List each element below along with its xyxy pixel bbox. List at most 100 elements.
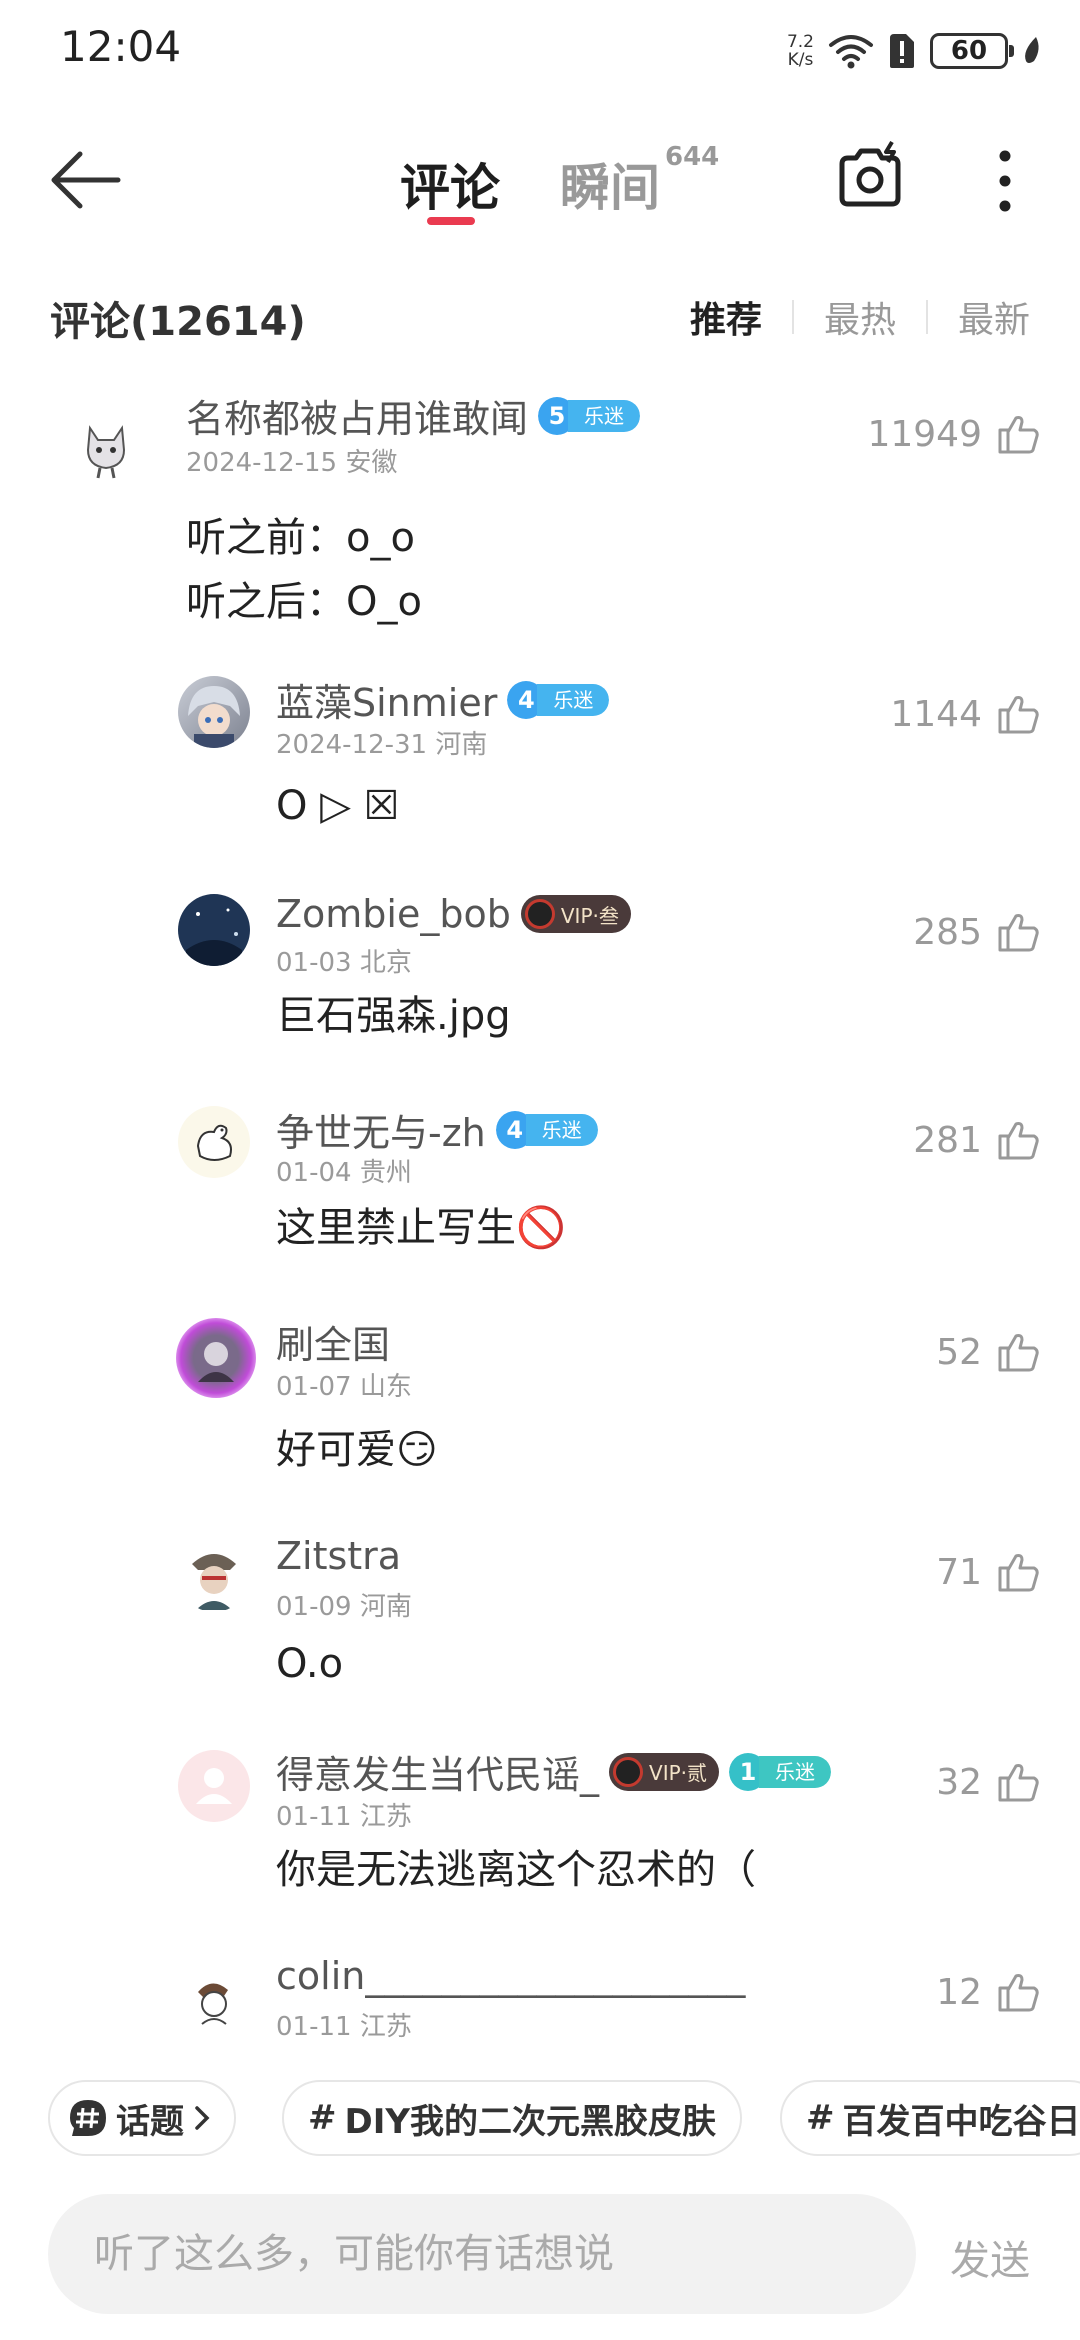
status-bar: 12:04 7.2 K/s 60: [0, 0, 1080, 100]
comment-sort-bar: 评论(12614) 推荐 最热 最新: [0, 275, 1080, 355]
tab-comments[interactable]: 评论: [400, 148, 500, 220]
default-user-avatar-icon: [196, 1768, 232, 1804]
camera-icon[interactable]: [834, 140, 906, 212]
fan-level-label: 乐迷: [568, 399, 641, 432]
comment-username[interactable]: 名称都被占用谁敢闻 5 乐迷: [186, 388, 641, 443]
fan-level-badge: 4 乐迷: [507, 680, 610, 720]
hashtag-icon: #: [806, 2098, 835, 2138]
comment-date-location: 01-09 河南: [276, 1592, 412, 1622]
sort-hottest[interactable]: 最热: [794, 291, 926, 343]
comment-text: 巨石强森.jpg: [276, 993, 511, 1039]
comment-input[interactable]: [48, 2194, 916, 2314]
battery-level: 60: [950, 36, 988, 66]
avatar[interactable]: [178, 1750, 250, 1822]
comment-date-location: 01-07 山东: [276, 1372, 412, 1402]
comment-username[interactable]: 刷全国: [276, 1314, 390, 1369]
avatar[interactable]: [176, 1318, 256, 1398]
like-button[interactable]: 285: [913, 908, 1042, 956]
anime-avatar-icon: [188, 686, 240, 748]
avatar[interactable]: [178, 1540, 250, 1612]
username-text[interactable]: 蓝藻Sinmier: [276, 672, 497, 727]
avatar[interactable]: [178, 676, 250, 748]
like-button[interactable]: 11949: [867, 410, 1042, 458]
topic-chip[interactable]: # DIY我的二次元黑胶皮肤: [282, 2080, 742, 2156]
network-speed: 7.2 K/s: [787, 33, 814, 69]
duck-avatar-icon: [196, 1124, 232, 1161]
like-button[interactable]: 52: [936, 1328, 1042, 1376]
like-button[interactable]: 281: [913, 1116, 1042, 1164]
more-options-icon[interactable]: [990, 146, 1020, 216]
comment-date-location: 01-11 江苏: [276, 2012, 412, 2042]
topic-chip-label: DIY我的二次元黑胶皮肤: [344, 2101, 717, 2142]
sort-recommended[interactable]: 推荐: [660, 291, 792, 343]
like-count: 285: [913, 911, 982, 953]
username-text[interactable]: 刷全国: [276, 1314, 390, 1369]
chevron-right-icon: [195, 2106, 210, 2130]
comment-text: 你是无法逃离这个忍术的（: [276, 1847, 756, 1893]
cat-avatar-icon: [86, 425, 126, 479]
username-text[interactable]: Zombie_bob: [276, 892, 511, 936]
back-arrow-icon[interactable]: [46, 146, 126, 214]
battery-indicator: 60: [930, 33, 1014, 69]
reply-item: colin____________________ 01-11 江苏 12: [0, 1948, 1080, 2048]
comment-date-location: 2024-12-15 安徽: [186, 448, 398, 478]
username-text[interactable]: Zitstra: [276, 1534, 401, 1578]
topics-button[interactable]: 话题: [48, 2080, 236, 2156]
like-count: 12: [936, 1971, 982, 2013]
comment-username[interactable]: Zitstra: [276, 1534, 401, 1578]
status-time: 12:04: [60, 22, 182, 71]
like-count: 71: [936, 1551, 982, 1593]
active-tab-indicator: [427, 217, 475, 225]
comment-text: O.o: [276, 1641, 344, 1687]
thumbs-up-icon: [998, 416, 1039, 454]
top-nav: 评论 瞬间 644: [0, 120, 1080, 240]
fan-level-badge: 1 乐迷: [729, 1752, 832, 1792]
fan-level-label: 乐迷: [525, 1113, 598, 1146]
comment-date-location: 01-04 贵州: [276, 1158, 412, 1188]
vip-badge: VIP·贰: [609, 1752, 720, 1791]
username-text[interactable]: 名称都被占用谁敢闻: [186, 388, 528, 443]
comment-username[interactable]: Zombie_bob VIP·叁: [276, 892, 631, 936]
like-button[interactable]: 71: [936, 1548, 1042, 1596]
comment-date-location: 2024-12-31 河南: [276, 730, 488, 760]
thumbs-up-icon: [998, 914, 1039, 952]
fan-level-label: 乐迷: [759, 1755, 832, 1788]
avatar[interactable]: [178, 1962, 250, 2034]
like-button[interactable]: 32: [936, 1758, 1042, 1806]
avatar[interactable]: [70, 410, 142, 482]
like-button[interactable]: 12: [936, 1968, 1042, 2016]
glowing-avatar-icon: [198, 1342, 234, 1382]
username-text[interactable]: 争世无与-zh: [276, 1102, 486, 1157]
space-avatar-icon: [186, 908, 242, 966]
thumbs-up-icon: [998, 1764, 1039, 1802]
vinyl-disc-icon: [524, 899, 555, 929]
character-avatar-icon: [192, 1554, 236, 1610]
thumbs-up-icon: [998, 1122, 1039, 1160]
comment-text: 这里禁止写生🚫: [276, 1205, 566, 1251]
comment-username[interactable]: colin____________________: [276, 1954, 745, 1998]
send-button[interactable]: 发送: [950, 2228, 1030, 2286]
like-button[interactable]: 1144: [890, 690, 1042, 738]
like-count: 52: [936, 1331, 982, 1373]
avatar[interactable]: [178, 894, 250, 966]
hashtag-icon: #: [308, 2098, 337, 2138]
like-count: 32: [936, 1761, 982, 1803]
vip-badge: VIP·叁: [520, 895, 631, 933]
thumbs-up-icon: [998, 1554, 1039, 1592]
like-count: 1144: [890, 693, 982, 735]
comment-username[interactable]: 得意发生当代民谣_ VIP·贰 1 乐迷: [276, 1744, 832, 1799]
comment-text: 听之前：o_o 听之后：O_o: [186, 515, 422, 625]
fan-level-badge: 4 乐迷: [495, 1110, 598, 1150]
username-text[interactable]: colin____________________: [276, 1954, 745, 1998]
topic-chip[interactable]: # 百发百中吃谷日: [780, 2080, 1080, 2156]
avatar[interactable]: [178, 1106, 250, 1178]
comment-text: O ▷ ☒: [276, 783, 400, 829]
username-text[interactable]: 得意发生当代民谣_: [276, 1744, 599, 1799]
comment-username[interactable]: 争世无与-zh 4 乐迷: [276, 1102, 598, 1157]
vinyl-disc-icon: [613, 1756, 644, 1787]
sort-newest[interactable]: 最新: [928, 291, 1030, 343]
comment-username[interactable]: 蓝藻Sinmier 4 乐迷: [276, 672, 610, 727]
hashtag-bubble-icon: [70, 2100, 106, 2136]
tab-moments[interactable]: 瞬间: [560, 148, 660, 220]
like-count: 11949: [867, 413, 982, 455]
